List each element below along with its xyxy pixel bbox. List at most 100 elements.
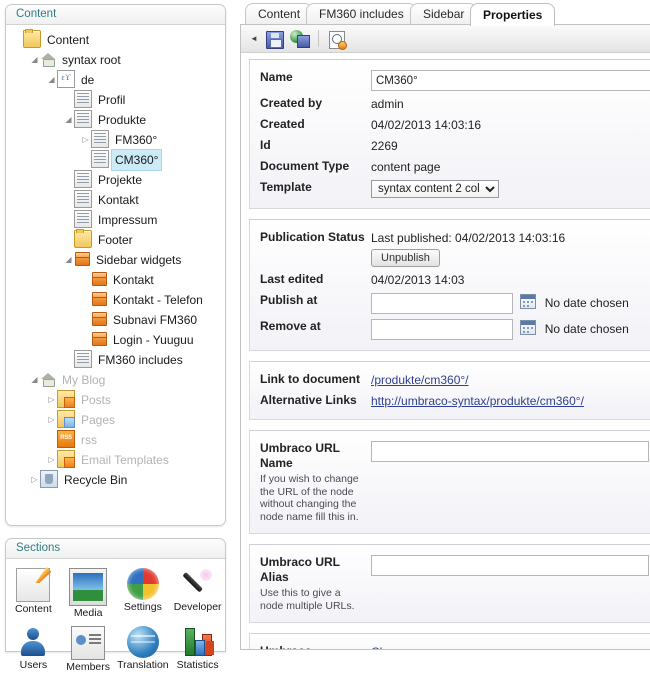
calendar-icon[interactable]	[520, 320, 536, 335]
section-developer[interactable]: Developer	[170, 565, 225, 623]
expand-arrow-closed-icon[interactable]: ▷	[80, 130, 91, 150]
editor-pane: ◄ Name	[240, 24, 650, 650]
publish-at-status: No date chosen	[545, 296, 629, 310]
sections-panel: Sections ContentMediaSettingsDeveloperUs…	[5, 538, 226, 652]
section-label: Statistics	[170, 659, 225, 671]
template-value: syntax content 2 col	[371, 179, 650, 198]
expand-arrow-closed-icon[interactable]: ▷	[46, 450, 57, 470]
tree-node-label: FM360°	[112, 130, 160, 150]
tree-node-profil[interactable]: Profil	[6, 89, 225, 109]
tree-node-email-templates[interactable]: ▷ Email Templates	[6, 449, 225, 469]
tree-node-my-blog[interactable]: ◢My Blog	[6, 369, 225, 389]
package-icon	[91, 311, 107, 327]
tree-node-de[interactable]: ◢εϒde	[6, 69, 225, 89]
preview-button[interactable]	[325, 28, 349, 50]
alternative-links-row: Alternative Links http://umbraco-syntax/…	[250, 390, 650, 411]
tree-node-label: FM360 includes	[95, 350, 186, 370]
publication-status-value: Last published: 04/02/2013 14:03:16 Unpu…	[371, 229, 650, 267]
right-column: ContentFM360 includesSidebarProperties ◄…	[240, 0, 650, 650]
remove-at-input[interactable]	[371, 319, 513, 340]
tree-node-label: Projekte	[95, 170, 145, 190]
collapse-toolbar-icon[interactable]: ◄	[247, 34, 261, 43]
editor-tabs: ContentFM360 includesSidebarProperties	[240, 3, 650, 25]
section-settings[interactable]: Settings	[116, 565, 171, 623]
tree-node-fm360[interactable]: ▷ FM360°	[6, 129, 225, 149]
tree-node-label: Login - Yuuguu	[110, 330, 197, 350]
tree-node-label: Kontakt - Telefon	[110, 290, 206, 310]
umbraco-url-alias-input[interactable]	[371, 555, 649, 576]
name-input[interactable]	[371, 70, 650, 91]
tree-node-sidebar-widgets[interactable]: ◢Sidebar widgets	[6, 249, 225, 269]
tree-node-label: Pages	[78, 410, 118, 430]
tree-node-subnavi-fm360[interactable]: Subnavi FM360	[6, 309, 225, 329]
tree-node-posts[interactable]: ▷Posts	[6, 389, 225, 409]
calendar-icon[interactable]	[520, 294, 536, 309]
section-content[interactable]: Content	[6, 565, 61, 623]
tree-node-kontakt[interactable]: Kontakt	[6, 269, 225, 289]
section-users[interactable]: Users	[6, 623, 61, 677]
tree-node-pages[interactable]: ▷ Pages	[6, 409, 225, 429]
tree-node-kontakt[interactable]: Kontakt	[6, 189, 225, 209]
section-members[interactable]: Members	[61, 623, 116, 677]
umbraco-url-name-input[interactable]	[371, 441, 649, 462]
publication-status-label: Publication Status	[250, 229, 371, 245]
expand-arrow-closed-icon[interactable]: ▷	[46, 390, 57, 410]
expand-arrow-open-icon[interactable]: ◢	[29, 370, 40, 390]
link-to-document-row: Link to document /produkte/cm360°/	[250, 369, 650, 390]
unpublish-button[interactable]: Unpublish	[371, 249, 440, 267]
choose-link[interactable]: Choose	[371, 645, 412, 649]
template-select[interactable]: syntax content 2 col	[371, 180, 499, 198]
save-button[interactable]	[262, 28, 286, 50]
umbraco-url-alias-group: Umbraco URL Alias Use this to give a nod…	[249, 544, 650, 623]
tree-node-cm360[interactable]: CM360°	[6, 149, 225, 169]
tree-node-kontakt-telefon[interactable]: Kontakt - Telefon	[6, 289, 225, 309]
id-label: Id	[250, 137, 371, 153]
section-media[interactable]: Media	[61, 565, 116, 623]
document-icon	[91, 150, 109, 168]
tree-node-recycle-bin[interactable]: ▷Recycle Bin	[6, 469, 225, 489]
tree-node-content[interactable]: Content	[6, 29, 225, 49]
tree-node-footer[interactable]: Footer	[6, 229, 225, 249]
tree-node-login-yuuguu[interactable]: Login - Yuuguu	[6, 329, 225, 349]
umbraco-url-name-group: Umbraco URL Name If you wish to change t…	[249, 430, 650, 534]
tree-node-projekte[interactable]: Projekte	[6, 169, 225, 189]
expand-arrow-open-icon[interactable]: ◢	[29, 50, 40, 70]
tab-fm360-includes[interactable]: FM360 includes	[306, 3, 417, 25]
sections-body: ContentMediaSettingsDeveloperUsersMember…	[6, 559, 225, 651]
expand-arrow-open-icon[interactable]: ◢	[63, 250, 74, 270]
umbraco-url-alias-label: Umbraco URL Alias Use this to give a nod…	[250, 554, 371, 612]
umbraco-url-alias-hint: Use this to give a node multiple URLs.	[260, 585, 365, 612]
name-value	[371, 69, 650, 91]
tab-content[interactable]: Content	[245, 3, 313, 25]
id-row: Id 2269	[250, 135, 650, 156]
statistics-bars-icon	[182, 626, 214, 658]
expand-arrow-open-icon[interactable]: ◢	[46, 70, 57, 90]
tree-node-fm360-includes[interactable]: FM360 includes	[6, 349, 225, 369]
tree-node-impressum[interactable]: Impressum	[6, 209, 225, 229]
document-type-row: Document Type content page	[250, 156, 650, 177]
tree-node-produkte[interactable]: ◢Produkte	[6, 109, 225, 129]
expand-arrow-closed-icon[interactable]: ▷	[46, 410, 57, 430]
expand-arrow-closed-icon[interactable]: ▷	[29, 470, 40, 490]
tree-node-syntax-root[interactable]: ◢syntax root	[6, 49, 225, 69]
expand-arrow-open-icon[interactable]: ◢	[63, 110, 74, 130]
tree-node-rss[interactable]: RSSrss	[6, 429, 225, 449]
link-to-document-link[interactable]: /produkte/cm360°/	[371, 373, 469, 387]
publish-floppy-icon	[297, 35, 310, 48]
tree-node-label: Email Templates	[78, 450, 172, 470]
package-icon	[91, 291, 107, 307]
section-translation[interactable]: Translation	[116, 623, 171, 677]
publish-at-input[interactable]	[371, 293, 513, 314]
content-tree[interactable]: Content◢syntax root◢εϒdeProfil◢Produkte▷…	[6, 25, 225, 525]
left-column: Content Content◢syntax root◢εϒdeProfil◢P…	[0, 0, 232, 650]
publish-at-value: No date chosen	[371, 292, 650, 314]
tab-properties[interactable]: Properties	[470, 3, 555, 26]
document-icon	[74, 210, 92, 228]
package-icon	[74, 251, 90, 267]
alternative-links-link[interactable]: http://umbraco-syntax/produkte/cm360°/	[371, 394, 584, 408]
tab-sidebar[interactable]: Sidebar	[410, 3, 477, 25]
save-and-publish-button[interactable]	[288, 28, 312, 50]
editor-toolbar: ◄	[241, 25, 650, 53]
section-statistics[interactable]: Statistics	[170, 623, 225, 677]
tree-node-label: Subnavi FM360	[110, 310, 200, 330]
